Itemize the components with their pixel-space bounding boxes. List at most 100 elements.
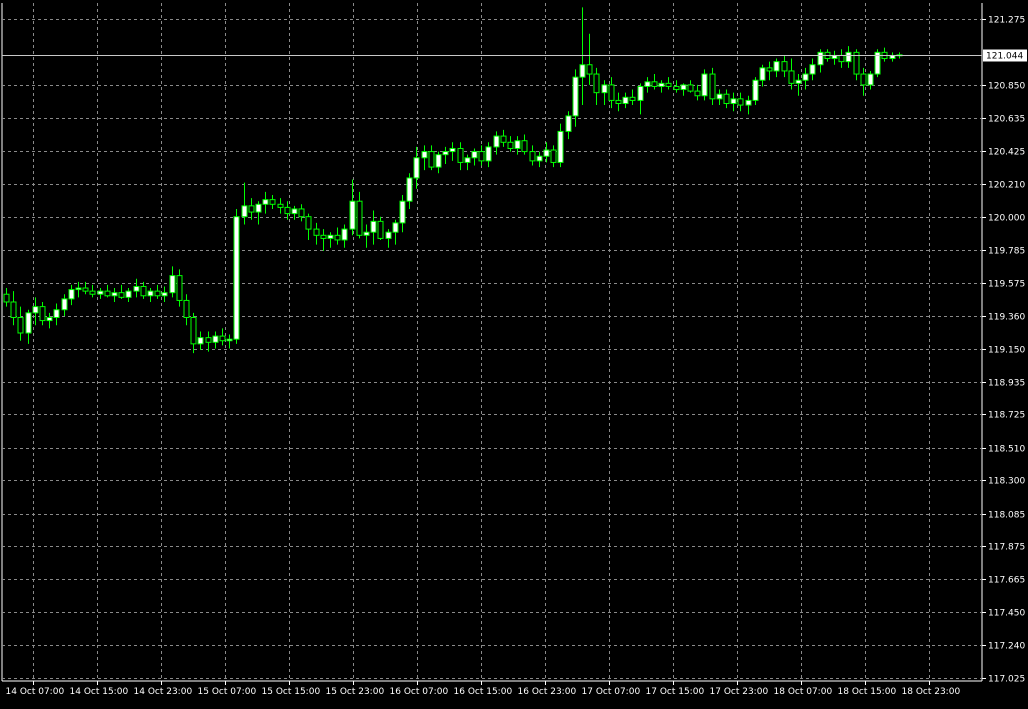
y-tick-label: 120.425 (988, 148, 1025, 158)
current-price-label: 121.044 (986, 52, 1023, 62)
candle-body (867, 73, 874, 86)
candle-body (457, 147, 464, 163)
candle-body (550, 149, 557, 163)
chart-canvas[interactable]: 121.275 120.850 120.635 120.425 120.210 120.0… (0, 0, 1028, 705)
x-tick-label: 15 Oct 23:00 (326, 687, 385, 697)
candle-body (442, 151, 449, 156)
candle-body (860, 73, 867, 86)
y-tick-label: 120.635 (988, 115, 1025, 125)
y-tick-label: 117.240 (988, 642, 1025, 652)
candle-body (10, 301, 17, 318)
x-tick-label: 15 Oct 07:00 (198, 687, 257, 697)
candle-body (226, 338, 233, 342)
y-tick-label: 118.725 (988, 411, 1025, 421)
candle-body (478, 151, 485, 162)
candle-body (817, 51, 824, 66)
candle-body (68, 289, 75, 300)
y-tick-label: 119.360 (988, 313, 1025, 323)
candle-body (305, 216, 312, 230)
candle-body (745, 99, 752, 106)
y-tick-label: 118.510 (988, 445, 1025, 455)
candle-body (464, 157, 471, 163)
candle-body (125, 290, 132, 298)
candle-body (75, 287, 82, 291)
candle-body (363, 231, 370, 236)
y-tick-label: 118.935 (988, 379, 1025, 389)
candle-body (493, 135, 500, 148)
candle-body (25, 312, 32, 334)
candle-body (248, 205, 255, 213)
candle-body (687, 84, 694, 92)
candle-body (795, 79, 802, 84)
candle-body (536, 155, 543, 162)
candle-body (413, 157, 420, 179)
candle-body (529, 151, 536, 162)
candle-body (147, 290, 154, 297)
candle-body (766, 67, 773, 72)
candle-body (298, 208, 305, 218)
candle-body (277, 203, 284, 208)
y-tick-label: 117.450 (988, 609, 1025, 619)
candle-body (61, 298, 68, 311)
candle-body (39, 306, 46, 322)
y-tick-label: 119.150 (988, 346, 1025, 356)
candle-body (313, 228, 320, 236)
candle-body (133, 285, 140, 292)
candlestick-chart[interactable]: 121.275 120.850 120.635 120.425 120.210 120.0… (0, 0, 1028, 705)
y-tick-label: 118.085 (988, 511, 1025, 521)
x-tick-label: 17 Oct 07:00 (582, 687, 641, 697)
candle-body (838, 54, 845, 63)
x-tick-label: 16 Oct 23:00 (518, 687, 577, 697)
y-tick-label: 120.210 (988, 181, 1025, 191)
candle-body (17, 316, 24, 334)
candle-body (709, 73, 716, 100)
x-tick-label: 18 Oct 15:00 (838, 687, 897, 697)
candle-body (471, 151, 478, 159)
y-tick-label: 119.575 (988, 280, 1025, 290)
candle-body (3, 293, 10, 303)
candle-body (449, 147, 456, 153)
x-tick-label: 18 Oct 07:00 (774, 687, 833, 697)
candle-body (629, 96, 636, 101)
candle-body (802, 73, 809, 81)
candle-body (601, 84, 608, 94)
y-tick-label: 120.000 (988, 214, 1025, 224)
candle-body (212, 335, 219, 343)
candle-body (284, 206, 291, 215)
candle-body (637, 85, 644, 101)
candle-body (579, 64, 586, 78)
candle-body (485, 146, 492, 162)
candle-body (334, 234, 341, 241)
candle-body (644, 81, 651, 87)
candle-body (781, 61, 788, 72)
candle-body (759, 67, 766, 81)
candle-body (183, 299, 190, 318)
candle-body (608, 84, 615, 101)
candle-body (557, 130, 564, 163)
candle-body (716, 93, 723, 100)
candle-body (104, 290, 111, 297)
candle-body (500, 135, 507, 143)
candle-body (615, 99, 622, 105)
x-tick-label: 14 Oct 15:00 (70, 687, 129, 697)
candle-body (565, 115, 572, 132)
candle-body (169, 275, 176, 294)
candle-body (370, 220, 377, 233)
x-tick-label: 16 Oct 07:00 (390, 687, 449, 697)
candle-body (392, 222, 399, 233)
x-tick-label: 14 Oct 23:00 (134, 687, 193, 697)
candle-body (176, 275, 183, 301)
candle-body (140, 285, 147, 297)
candle-body (82, 287, 89, 292)
candle-body (421, 151, 428, 159)
candle-body (262, 199, 269, 205)
candle-body (514, 140, 521, 149)
candle-body (521, 140, 528, 153)
candle-body (197, 337, 204, 345)
candle-body (694, 90, 701, 97)
candle-body (586, 64, 593, 75)
candle-body (658, 82, 665, 87)
candle-body (572, 76, 579, 117)
candle-body (161, 292, 168, 297)
candle-body (399, 200, 406, 224)
